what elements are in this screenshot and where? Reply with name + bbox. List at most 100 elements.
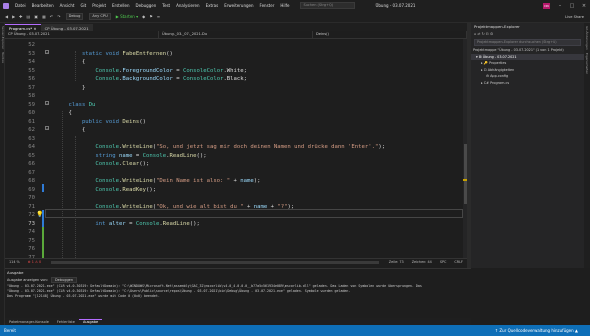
code-token: WriteLine	[122, 203, 153, 210]
menu-item-ansicht[interactable]: Ansicht	[57, 3, 78, 8]
save-all-icon[interactable]: ▦	[42, 14, 46, 19]
menu-item-test[interactable]: Test	[159, 3, 173, 8]
project-dropdown[interactable]: CP Übung - 03.07.2021	[5, 31, 159, 38]
forward-icon[interactable]: ▶	[12, 14, 15, 19]
code-token: name	[119, 152, 133, 159]
line-number: 70	[28, 195, 35, 201]
search-input[interactable]: Suchen (Strg+Q)	[300, 2, 356, 9]
tab-program-cs[interactable]: Program.cs* ⨯	[5, 24, 41, 31]
line-number: 63	[28, 135, 35, 142]
code-token: "Ok, und wie alt bist du "	[156, 203, 244, 210]
code-line: Console.Clear();	[55, 160, 149, 169]
problems-indicator[interactable]: ⊗ 1 ⚠ 0	[24, 260, 45, 264]
collapse-icon[interactable]: ⊟	[486, 32, 489, 36]
line-number: 52	[28, 42, 35, 48]
menu-item-extras[interactable]: Extras	[203, 3, 222, 8]
home-icon[interactable]: ⌂	[474, 32, 476, 36]
menu-item-erstellen[interactable]: Erstellen	[109, 3, 133, 8]
code-token: "So, und jetzt sag mir doch deinen Namen…	[156, 144, 379, 150]
tab-error-list[interactable]: Fehlerliste	[53, 320, 79, 324]
git-changes-tab[interactable]: Git-Änderungen	[585, 26, 589, 50]
maximize-icon[interactable]: □	[566, 3, 578, 9]
line-number: 66	[28, 161, 35, 167]
class-dropdown[interactable]: Übung._03._07._2021.Du	[159, 31, 313, 38]
toolbar-icon[interactable]: ◆	[142, 14, 145, 19]
code-line: string name = Console.ReadLine();	[55, 152, 206, 161]
back-icon[interactable]: ◀	[5, 14, 8, 19]
menu-item-git[interactable]: Git	[77, 3, 89, 8]
editor-horizontal-scrollbar[interactable]	[51, 260, 379, 264]
code-line: Console.WriteLine("Ok, und wie alt bist …	[55, 203, 294, 212]
menu-bar: Datei Bearbeiten Ansicht Git Projekt Erstelle…	[0, 0, 590, 11]
open-icon[interactable]: ▤	[27, 14, 31, 19]
code-token: int	[55, 220, 109, 227]
code-token: alter	[108, 220, 126, 227]
code-token: ConsoleColor	[183, 67, 224, 74]
toolbar-icon[interactable]: ⚑	[149, 14, 153, 19]
tab-project[interactable]: CP Übung - 03.07.2021	[40, 24, 93, 31]
menu-item-debuggen[interactable]: Debuggen	[133, 3, 160, 8]
solution-search-input[interactable]: Projektmappen-Explorer durchsuchen (Strg…	[474, 39, 581, 46]
new-item-icon[interactable]: ✚	[19, 14, 22, 19]
whitespace-mode[interactable]: SPC	[436, 260, 451, 264]
refresh-icon[interactable]: ↻	[482, 32, 485, 36]
lightbulb-icon[interactable]: 💡	[36, 211, 43, 218]
fold-toggle-icon[interactable]: −	[45, 126, 49, 130]
zoom-level[interactable]: 114 %	[5, 260, 24, 264]
add-to-source-control-button[interactable]: ↑ Zur Quellcodeverwaltung hinzufügen ▲	[495, 328, 578, 333]
menu-item-erweiterungen[interactable]: Erweiterungen	[221, 3, 256, 8]
output-source-label: Ausgabe anzeigen von:	[7, 278, 48, 282]
save-icon[interactable]: ▣	[34, 14, 38, 19]
line-number: 69	[28, 186, 35, 193]
fold-toggle-icon[interactable]: −	[45, 50, 49, 54]
tab-output[interactable]: Ausgabe	[78, 319, 103, 324]
output-text: "Übung - 03.07.2021.exe" (CLR v4.0.30319…	[5, 284, 465, 299]
line-ending[interactable]: CRLF	[450, 260, 467, 264]
change-marker	[42, 184, 44, 192]
code-editor[interactable]: − − − 💡 52 53 static void FabeEntfernen()…	[5, 39, 463, 258]
output-source-select[interactable]: Debuggen	[50, 277, 78, 283]
start-button[interactable]: ▶ Starten ▾	[116, 14, 138, 19]
menu-item-datei[interactable]: Datei	[12, 3, 29, 8]
line-number: 62	[28, 127, 35, 133]
close-icon[interactable]: ×	[578, 3, 590, 9]
code-token: Du	[88, 101, 96, 108]
menu-item-bearbeiten[interactable]: Bearbeiten	[29, 3, 57, 8]
code-token: Console	[55, 67, 119, 74]
member-dropdown[interactable]: Deins()	[313, 31, 467, 38]
fold-toggle-icon[interactable]: −	[45, 101, 49, 105]
code-token: ReadLine	[162, 220, 190, 227]
code-line: Console.WriteLine("So, und jetzt sag mir…	[55, 143, 385, 152]
code-token: WriteLine	[122, 144, 153, 150]
avatar[interactable]: DN	[543, 2, 550, 9]
tab-package-manager-console[interactable]: Paketmanager-Konsole	[5, 320, 53, 324]
minimize-icon[interactable]: –	[554, 3, 566, 9]
solution-tree-item[interactable]: ▸ C# Program.cs	[471, 80, 584, 87]
menu-item-analysieren[interactable]: Analysieren	[173, 3, 202, 8]
config-select[interactable]: Debug	[65, 13, 84, 20]
menu-item-projekt[interactable]: Projekt	[89, 3, 109, 8]
code-line: {	[55, 126, 85, 135]
sync-icon[interactable]: ⇄	[477, 32, 480, 36]
platform-select[interactable]: Any CPU	[89, 13, 111, 20]
code-line: class Du	[55, 101, 95, 110]
right-tool-strip: Git-Änderungen Eigenschaften	[584, 23, 590, 268]
navigation-bar: CP Übung - 03.07.2021 Übung._03._07._202…	[5, 31, 467, 39]
code-line: Console.WriteLine("Dein Name ist also: "…	[55, 177, 260, 186]
code-token: ConsoleColor	[183, 76, 224, 82]
code-token: =	[172, 76, 184, 82]
editor-status-bar: 114 % ⊗ 1 ⚠ 0 Zeile: 73 Zeichen: 44 SPC …	[5, 258, 467, 265]
live-share-button[interactable]: Live Share	[565, 15, 584, 19]
code-token: );	[378, 144, 386, 150]
menu-item-hilfe[interactable]: Hilfe	[277, 3, 292, 8]
redo-icon[interactable]: ↷	[57, 14, 60, 19]
code-token: +	[267, 203, 278, 210]
undo-icon[interactable]: ↶	[50, 14, 53, 19]
menu-item-fenster[interactable]: Fenster	[257, 3, 278, 8]
solution-explorer-toolbar: ⌂ ⇄ ↻ ⊟ ⚙	[471, 31, 584, 38]
properties-tab[interactable]: Eigenschaften	[585, 53, 589, 74]
solution-explorer-title: Projektmappen-Explorer	[474, 24, 520, 29]
code-token: Console	[142, 152, 167, 159]
settings-icon[interactable]: ⚙	[490, 32, 493, 36]
toolbar-icon[interactable]: ≡	[157, 14, 160, 19]
